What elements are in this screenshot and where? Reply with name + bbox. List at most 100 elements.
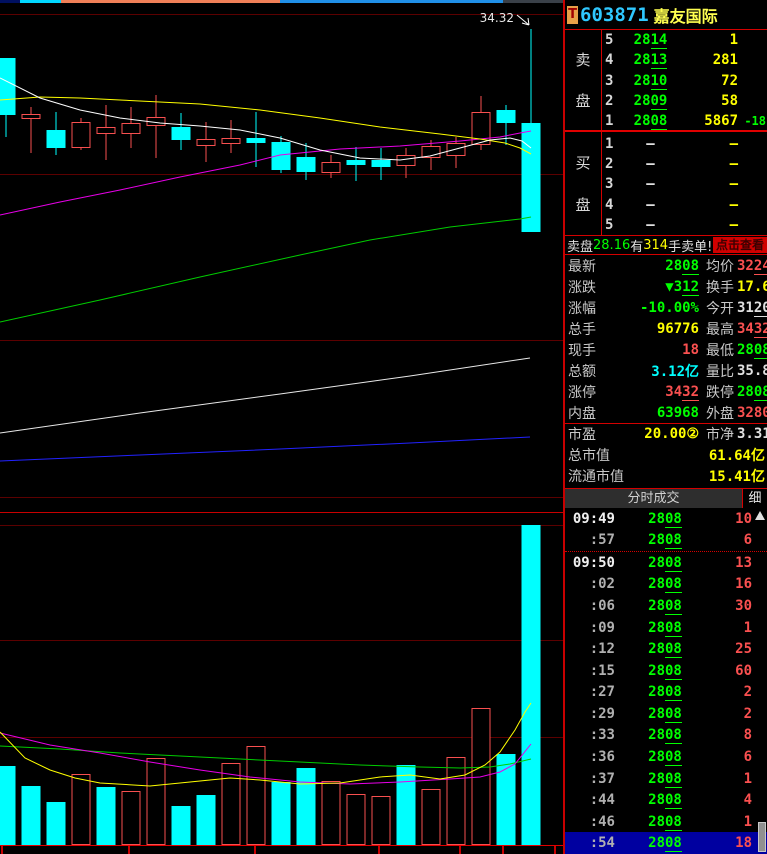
stat-label: 总市值 — [568, 445, 610, 465]
tape-time: :36 — [565, 749, 615, 765]
order-book-rows: 5281414281328132810722280958128085867-18… — [602, 30, 767, 235]
trading-terminal: 34.32 T 603871 嘉友国际 卖盘 买盘 52814142813281… — [0, 0, 767, 854]
stat-label: 流通市值 — [568, 466, 624, 486]
tape-row[interactable]: :06280830 — [565, 595, 767, 617]
tape-row[interactable]: :12280825 — [565, 638, 767, 660]
stat-row-wide: 总市值61.64亿 — [565, 444, 767, 465]
tape-row[interactable]: :5728086 — [565, 530, 767, 552]
stat-value: 2808 — [737, 342, 767, 358]
buy-row[interactable]: 3—— — [602, 174, 767, 194]
bid-price: — — [621, 217, 680, 233]
tape-price: 2808 — [615, 598, 715, 614]
ask-price: 2813 — [621, 52, 680, 68]
stat-value: 15.41亿 — [624, 466, 765, 486]
tape-volume: 6 — [715, 532, 767, 548]
stat-value: 18 — [599, 342, 699, 358]
tape-row[interactable]: :3328088 — [565, 725, 767, 747]
kline-volume-chart[interactable]: 34.32 — [0, 0, 563, 854]
tape-row[interactable]: 09:49280810 — [565, 508, 767, 530]
tape-row[interactable]: :2728082 — [565, 682, 767, 704]
alert-text: 314 — [643, 238, 668, 253]
bid-price: — — [621, 156, 680, 172]
bid-ask-separator — [565, 130, 767, 132]
view-details-button[interactable]: 点击查看 — [713, 237, 767, 253]
tape-row[interactable]: :2928082 — [565, 703, 767, 725]
tape-detail-button[interactable]: 细 — [742, 489, 767, 508]
tape-price: 2808 — [615, 727, 715, 743]
stat-value: 2808 — [599, 258, 699, 274]
tape-time: :12 — [565, 641, 615, 657]
order-book: 卖盘 买盘 5281414281328132810722280958128085… — [565, 30, 767, 235]
tape-volume: 4 — [715, 792, 767, 808]
stat-label: 总额 — [568, 361, 599, 381]
stat-label: 最新 — [568, 256, 599, 276]
tape-time: :29 — [565, 706, 615, 722]
scrollbar-thumb[interactable] — [758, 822, 766, 852]
level-number: 1 — [602, 113, 621, 129]
tape-row[interactable]: :0928081 — [565, 617, 767, 639]
buy-row[interactable]: 5—— — [602, 215, 767, 235]
bid-price: — — [621, 136, 680, 152]
stat-label: 内盘 — [568, 403, 599, 423]
tape-time: :06 — [565, 598, 615, 614]
tape-row[interactable]: :15280860 — [565, 660, 767, 682]
stat-value: -10.00% — [599, 300, 699, 316]
tape-row[interactable]: :54280818 — [565, 832, 767, 854]
stat-row: 总手96776最高3432 — [565, 318, 767, 339]
stat-label: 最低 — [706, 340, 737, 360]
sell-row[interactable]: 528141 — [602, 30, 767, 50]
buy-side-label: 买盘 — [565, 132, 601, 235]
tape-time: :33 — [565, 727, 615, 743]
buy-row[interactable]: 4—— — [602, 194, 767, 214]
sell-order-alert-bar: 卖盘28.16有314手卖单! 点击查看 — [565, 235, 767, 255]
level-number: 1 — [602, 136, 621, 152]
stat-row: 最新2808 均价3224 — [565, 255, 767, 276]
tape-row[interactable]: :02280816 — [565, 574, 767, 596]
stat-label: 均价 — [706, 256, 737, 276]
ask-volume: 1 — [680, 32, 738, 48]
tape-price: 2808 — [615, 555, 715, 571]
stat-value: 3.12亿 — [599, 361, 699, 381]
bid-volume: — — [680, 197, 738, 213]
bid-volume: — — [680, 176, 738, 192]
ask-price: 2809 — [621, 93, 680, 109]
stat-value: 61.64亿 — [610, 445, 765, 465]
buy-row[interactable]: 2—— — [602, 154, 767, 174]
level-number: 4 — [602, 197, 621, 213]
sell-row[interactable]: 2280958 — [602, 91, 767, 111]
stat-value: 63968 — [599, 405, 699, 421]
scroll-up-icon[interactable] — [755, 511, 765, 520]
ask-price: 2808 — [621, 113, 680, 129]
bid-volume: — — [680, 136, 738, 152]
tape-row[interactable]: :3728081 — [565, 768, 767, 790]
alert-text: 28.16 — [593, 238, 630, 253]
tape-volume: 1 — [715, 771, 767, 787]
stat-label: 外盘 — [706, 403, 737, 423]
tape-row[interactable]: :4428084 — [565, 789, 767, 811]
buy-row[interactable]: 1—— — [602, 133, 767, 153]
stat-row-wide: 流通市值15.41亿 — [565, 465, 767, 486]
level-number: 4 — [602, 52, 621, 68]
tape-price: 2808 — [615, 620, 715, 636]
tape-row[interactable]: 09:50280813 — [565, 551, 767, 574]
tape-price: 2808 — [615, 511, 715, 527]
tape-row[interactable]: :3628086 — [565, 746, 767, 768]
chart-area[interactable]: 34.32 — [0, 0, 563, 854]
level-number: 5 — [602, 32, 621, 48]
tape-row[interactable]: :4628081 — [565, 811, 767, 833]
stat-value: 3224 — [737, 258, 767, 274]
alert-text: 手卖单! — [668, 236, 712, 255]
ask-price: 2814 — [621, 32, 680, 48]
quote-panel: T 603871 嘉友国际 卖盘 买盘 52814142813281328107… — [563, 0, 767, 854]
tape-price: 2808 — [615, 663, 715, 679]
alert-text: 有 — [630, 236, 643, 255]
stat-value: 3432 — [599, 384, 699, 400]
bid-price: — — [621, 197, 680, 213]
stat-label: 最高 — [706, 319, 737, 339]
stat-label: 涨幅 — [568, 298, 599, 318]
stat-value: 20.00② — [599, 426, 699, 442]
sell-row[interactable]: 128085867-18 — [602, 111, 767, 131]
order-book-side-labels: 卖盘 买盘 — [565, 30, 602, 235]
sell-row[interactable]: 3281072 — [602, 71, 767, 91]
sell-row[interactable]: 42813281 — [602, 50, 767, 70]
